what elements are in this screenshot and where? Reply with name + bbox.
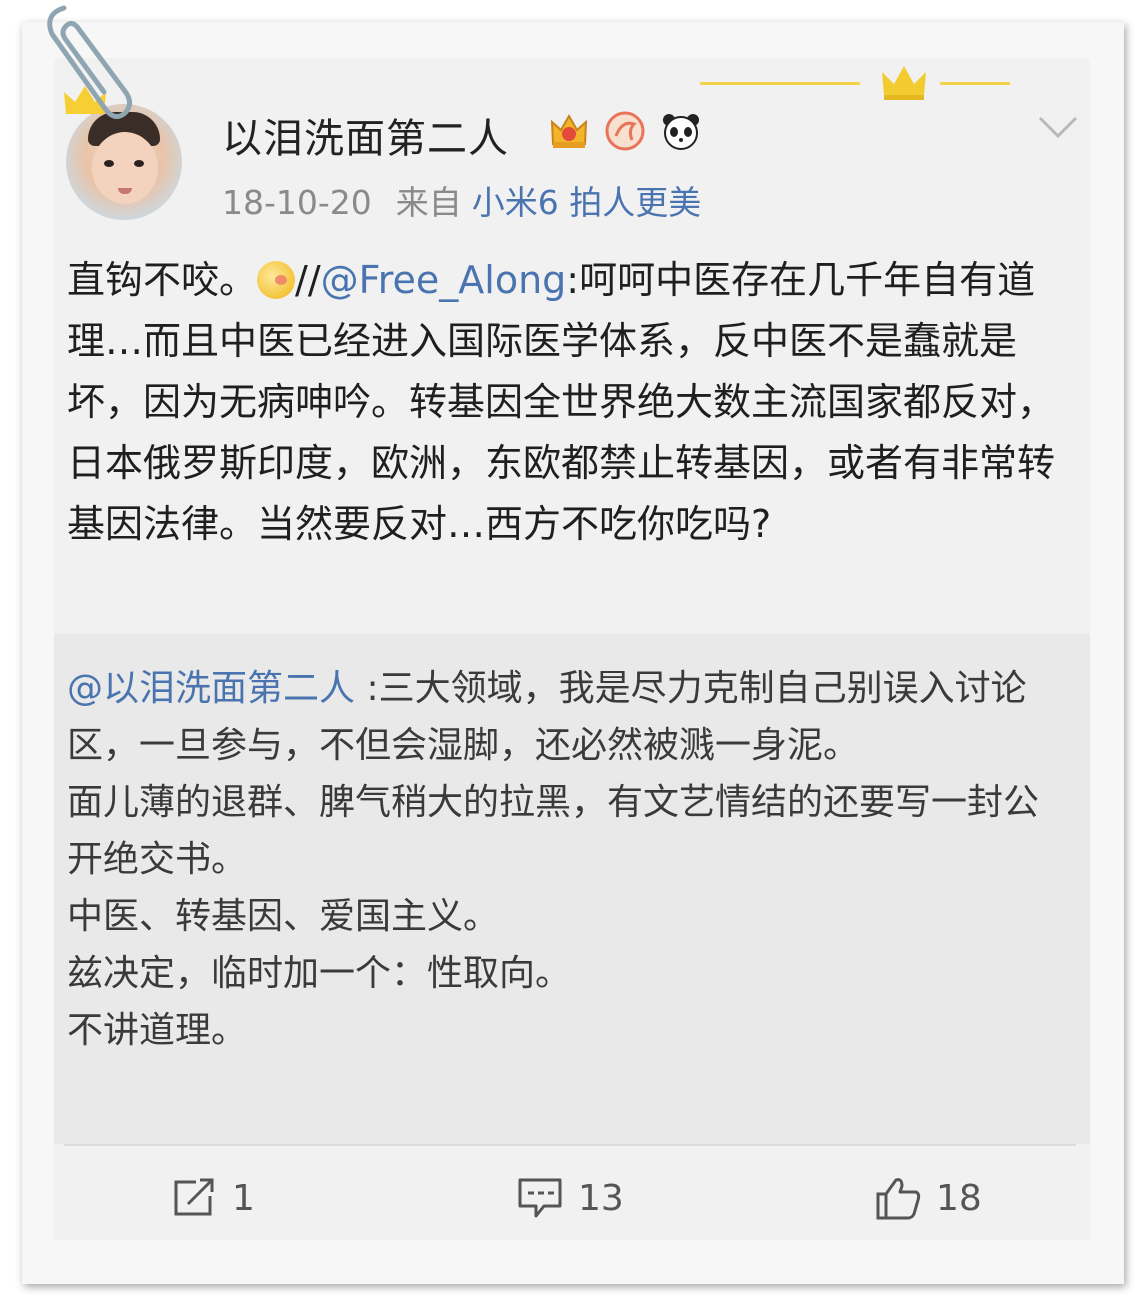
decor-line-left [700,82,860,85]
badges [548,110,702,152]
repost-icon [174,1178,214,1216]
like-icon [876,1178,921,1220]
retweet-body: :三大领域，我是尽力克制自己别误入讨论区，一旦参与，不但会湿脚，还必然被溅一身泥… [67,668,1040,1051]
divider [64,1144,1076,1146]
username[interactable]: 以泪洗面第二人 [222,106,509,164]
device-link[interactable]: 小米6 拍人更美 [472,183,702,222]
paperclip-icon [47,5,132,119]
repost-count: 1 [232,1177,255,1219]
zodiac-badge-icon[interactable] [604,110,646,152]
crown-icon [882,66,926,100]
body-text-1: 直钩不咬。 [67,258,258,302]
panda-badge-icon[interactable] [660,110,702,152]
repost-button[interactable]: 1 [170,1176,255,1220]
post-body: 直钩不咬。//@Free_Along:呵呵中医存在几千年自有道理…而且中医已经进… [67,250,1077,555]
comment-count: 13 [578,1177,624,1219]
vip-crown-badge-icon[interactable] [548,110,590,152]
chevron-down-icon[interactable] [1036,112,1080,142]
avatar[interactable] [66,104,182,220]
retweet-text: @以泪洗面第二人 :三大领域，我是尽力克制自己别误入讨论区，一旦参与，不但会湿脚… [67,660,1067,1059]
mention-link[interactable]: @Free_Along [321,258,567,302]
post-date: 18-10-20 [222,183,372,222]
source-label: 来自 [395,183,462,222]
like-button[interactable]: 18 [874,1176,982,1220]
like-count: 18 [936,1177,982,1219]
body-text-2: // [295,258,321,302]
comment-button[interactable]: 13 [516,1176,624,1220]
retweet-mention-link[interactable]: @以泪洗面第二人 [67,668,355,709]
action-bar: 1 13 18 [54,1150,1090,1240]
decor-line-right [940,82,1010,85]
comment-icon [518,1178,562,1218]
post-meta: 18-10-20 来自 小米6 拍人更美 [222,176,701,224]
emoji-icon [257,261,296,299]
